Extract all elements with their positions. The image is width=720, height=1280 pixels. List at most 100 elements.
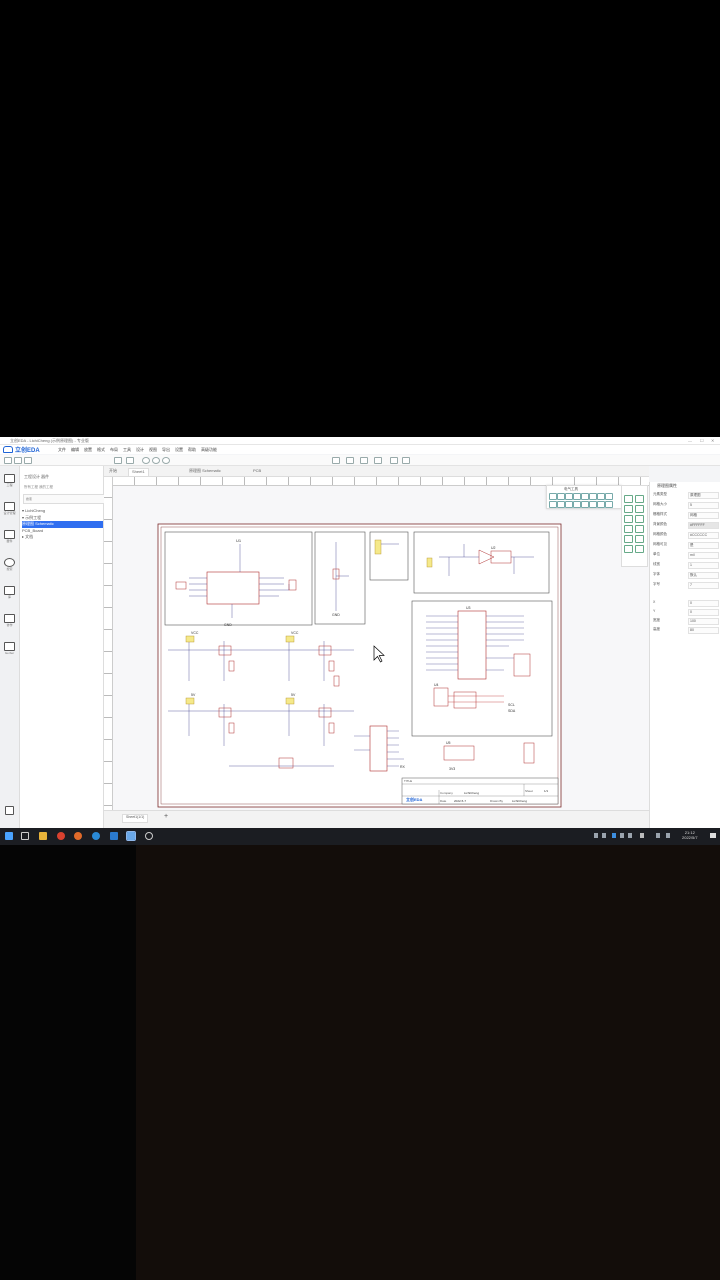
menu-format[interactable]: 格式	[97, 447, 105, 453]
align-icon[interactable]	[332, 457, 340, 464]
taskview-icon[interactable]	[21, 832, 29, 840]
edge-icon[interactable]	[92, 832, 100, 840]
onedrive-icon[interactable]	[640, 833, 644, 838]
ground-tool-icon[interactable]	[589, 493, 597, 500]
schematic-drawing[interactable]: U1 GND GND U2 VCC VCC 5V 5V RX U3 U4 SDA…	[104, 466, 649, 810]
save-icon[interactable]	[14, 457, 22, 464]
zoom-in-icon[interactable]	[142, 457, 150, 464]
security-icon[interactable]	[666, 833, 670, 838]
property-value[interactable]: 5	[688, 502, 719, 509]
undo-icon[interactable]	[24, 457, 32, 464]
layers-icon[interactable]	[4, 642, 15, 651]
dimension-tool-icon[interactable]	[624, 535, 633, 543]
rotate-icon[interactable]	[360, 457, 368, 464]
trash-icon[interactable]	[5, 806, 14, 815]
property-value[interactable]: 7	[688, 582, 719, 589]
new-file-icon[interactable]	[4, 457, 12, 464]
erase-tool-icon[interactable]	[635, 545, 644, 553]
tree-item[interactable]: ▸ 文档	[22, 534, 103, 541]
property-value[interactable]: 是	[688, 542, 719, 549]
browser-icon[interactable]	[57, 832, 65, 840]
move-tool-icon[interactable]	[635, 495, 644, 503]
property-value[interactable]: #FFFFFF	[688, 522, 719, 529]
clock-icon[interactable]	[145, 832, 153, 840]
property-value[interactable]: mil	[688, 552, 719, 559]
menu-export[interactable]: 导出	[162, 447, 170, 453]
wire-tool-icon[interactable]	[549, 493, 557, 500]
rect-tool-icon[interactable]	[573, 501, 581, 508]
project-search-input[interactable]	[23, 494, 105, 504]
lock-icon[interactable]	[390, 457, 398, 464]
chip-icon[interactable]	[4, 530, 15, 539]
layer-icon[interactable]	[402, 457, 410, 464]
ime-icon[interactable]	[612, 833, 616, 838]
vscode-icon[interactable]	[110, 832, 118, 840]
menu-edit[interactable]: 编辑	[71, 447, 79, 453]
property-value[interactable]: 0	[688, 609, 719, 616]
freehand-tool-icon[interactable]	[635, 525, 644, 533]
text-tool-icon[interactable]	[557, 501, 565, 508]
language-icon[interactable]	[656, 833, 660, 838]
menu-place[interactable]: 放置	[84, 447, 92, 453]
volume-icon[interactable]	[602, 833, 606, 838]
junction-tool-icon[interactable]	[597, 493, 605, 500]
menu-view[interactable]: 视图	[149, 447, 157, 453]
menu-layout[interactable]: 布局	[110, 447, 118, 453]
sheet-tab[interactable]: Sheet1(1/1)	[122, 814, 149, 823]
folder-icon[interactable]	[4, 474, 15, 483]
clock-display[interactable]: 21:12 2022/5/7	[682, 830, 698, 840]
menu-design[interactable]: 设计	[136, 447, 144, 453]
property-value[interactable]: 原理图	[688, 492, 719, 499]
property-value[interactable]: 80	[688, 627, 719, 634]
polyline-tool-icon[interactable]	[624, 505, 633, 513]
add-sheet-button[interactable]: +	[164, 813, 168, 820]
select-tool-icon[interactable]	[624, 495, 633, 503]
polygon-tool-icon[interactable]	[624, 525, 633, 533]
property-value[interactable]: 网格	[688, 512, 719, 519]
property-value[interactable]: 默认	[688, 572, 719, 579]
arrow-tool-icon[interactable]	[624, 515, 633, 523]
minimize-button[interactable]: —	[688, 438, 692, 443]
maximize-button[interactable]: ☐	[700, 438, 704, 443]
table-tool-icon[interactable]	[605, 501, 613, 508]
circle-tool-icon[interactable]	[581, 501, 589, 508]
export-icon[interactable]	[126, 457, 134, 464]
start-icon[interactable]	[5, 832, 13, 840]
menu-help[interactable]: 帮助	[188, 447, 196, 453]
arc-tool-icon[interactable]	[589, 501, 597, 508]
net-label-tool-icon[interactable]	[565, 493, 573, 500]
bezier-tool-icon[interactable]	[635, 505, 644, 513]
power-tool-icon[interactable]	[581, 493, 589, 500]
search-icon[interactable]	[4, 558, 15, 567]
network-icon[interactable]	[594, 833, 598, 838]
schematic-canvas-area[interactable]: 开始 Sheet1 原理图 Schematic PCB U1 GND GND U…	[104, 466, 649, 828]
easyeda-icon[interactable]	[126, 831, 136, 841]
frame-tool-icon[interactable]	[624, 545, 633, 553]
list-icon[interactable]	[4, 502, 15, 511]
image-tool-icon[interactable]	[597, 501, 605, 508]
no-connect-tool-icon[interactable]	[605, 493, 613, 500]
notification-icon[interactable]	[710, 833, 716, 838]
firefox-icon[interactable]	[74, 832, 82, 840]
property-value[interactable]: 0	[688, 600, 719, 607]
panel-subtabs[interactable]: 所有工程 我的工程	[24, 485, 53, 490]
zoom-out-icon[interactable]	[152, 457, 160, 464]
close-button[interactable]: ✕	[711, 438, 714, 443]
battery-icon[interactable]	[620, 833, 624, 838]
explorer-icon[interactable]	[39, 832, 47, 840]
menu-tools[interactable]: 工具	[123, 447, 131, 453]
line-tool-icon[interactable]	[565, 501, 573, 508]
pin-tool-icon[interactable]	[549, 501, 557, 508]
property-value[interactable]: #CCCCCC	[688, 532, 719, 539]
zoom-fit-icon[interactable]	[162, 457, 170, 464]
panel-tabs[interactable]: 工程设计 器件	[24, 474, 49, 480]
menu-settings[interactable]: 设置	[175, 447, 183, 453]
library-icon[interactable]	[4, 586, 15, 595]
bus-tool-icon[interactable]	[557, 493, 565, 500]
property-value[interactable]: 100	[688, 618, 719, 625]
property-value[interactable]: 1	[688, 562, 719, 569]
net-port-tool-icon[interactable]	[573, 493, 581, 500]
grid-icon[interactable]	[346, 457, 354, 464]
ellipse-tool-icon[interactable]	[635, 515, 644, 523]
import-icon[interactable]	[114, 457, 122, 464]
